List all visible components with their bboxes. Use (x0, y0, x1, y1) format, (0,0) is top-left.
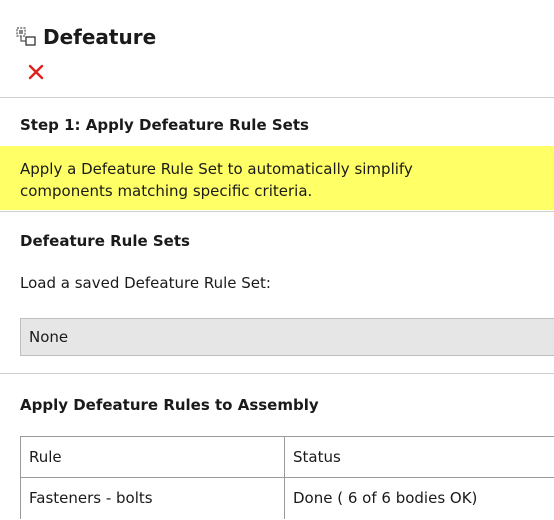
rule-sets-heading: Defeature Rule Sets (20, 232, 190, 250)
rule-set-dropdown[interactable]: None (20, 318, 554, 356)
table-row[interactable]: Fasteners - bolts Done ( 6 of 6 bodies O… (20, 477, 554, 519)
panel-header: Defeature (0, 0, 554, 98)
table-header-row: Rule Status (20, 436, 554, 478)
rule-cell[interactable]: Fasteners - bolts (20, 477, 285, 519)
panel-title: Defeature (43, 25, 157, 49)
column-header-rule[interactable]: Rule (20, 436, 285, 478)
load-rule-set-label: Load a saved Defeature Rule Set: (20, 274, 271, 292)
close-button[interactable] (24, 60, 48, 84)
close-icon (28, 64, 44, 80)
title-row: Defeature (16, 24, 156, 50)
step1-hint: Apply a Defeature Rule Set to automatica… (0, 146, 554, 210)
rule-set-selected: None (29, 328, 69, 346)
apply-heading: Apply Defeature Rules to Assembly (20, 396, 319, 414)
defeature-icon (16, 27, 36, 46)
defeature-panel: Defeature Step 1: Apply Defeature Rule S… (0, 0, 554, 520)
hint-line-1: Apply a Defeature Rule Set to automatica… (20, 160, 413, 178)
column-header-status[interactable]: Status (284, 436, 554, 478)
step1-heading: Step 1: Apply Defeature Rule Sets (20, 116, 309, 134)
hint-line-2: components matching specific criteria. (20, 182, 313, 200)
rules-table: Rule Status Fasteners - bolts Done ( 6 o… (20, 436, 554, 519)
status-cell: Done ( 6 of 6 bodies OK) (284, 477, 554, 519)
